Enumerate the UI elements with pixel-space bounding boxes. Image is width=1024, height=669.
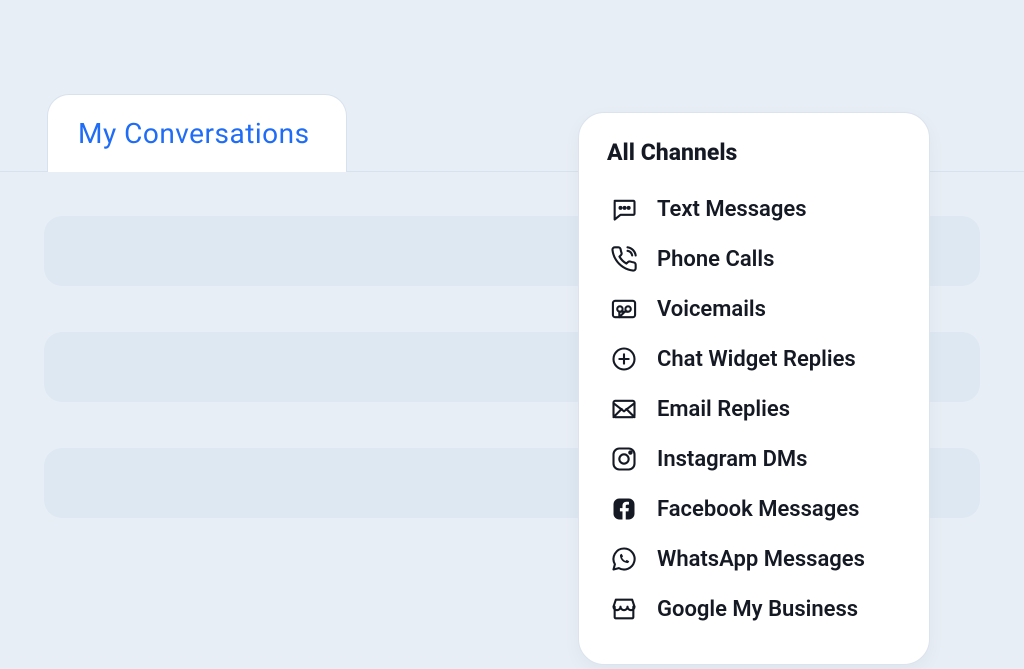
channel-label: WhatsApp Messages [657,547,865,572]
panel-title: All Channels [607,139,903,166]
channel-label: Voicemails [657,297,766,322]
tab-label: My Conversations [78,117,310,150]
channel-phone-calls[interactable]: Phone Calls [607,234,903,284]
channel-email-replies[interactable]: Email Replies [607,384,903,434]
channel-instagram-dms[interactable]: Instagram DMs [607,434,903,484]
channel-label: Chat Widget Replies [657,347,856,372]
channel-whatsapp-messages[interactable]: WhatsApp Messages [607,534,903,584]
channels-panel: All Channels Text Messages Phone Calls [578,112,930,665]
voicemail-icon [609,294,639,324]
channel-facebook-messages[interactable]: Facebook Messages [607,484,903,534]
message-icon [609,194,639,224]
channel-label: Facebook Messages [657,497,859,522]
channel-google-my-business[interactable]: Google My Business [607,584,903,634]
channel-label: Phone Calls [657,247,774,272]
channel-chat-widget-replies[interactable]: Chat Widget Replies [607,334,903,384]
tab-my-conversations[interactable]: My Conversations [47,94,347,172]
facebook-icon [609,494,639,524]
channel-label: Google My Business [657,597,858,622]
whatsapp-icon [609,544,639,574]
channel-voicemails[interactable]: Voicemails [607,284,903,334]
phone-icon [609,244,639,274]
channel-label: Email Replies [657,397,790,422]
plus-circle-icon [609,344,639,374]
channel-label: Text Messages [657,197,807,222]
channel-text-messages[interactable]: Text Messages [607,184,903,234]
channel-label: Instagram DMs [657,447,807,472]
instagram-icon [609,444,639,474]
mail-icon [609,394,639,424]
storefront-icon [609,594,639,624]
